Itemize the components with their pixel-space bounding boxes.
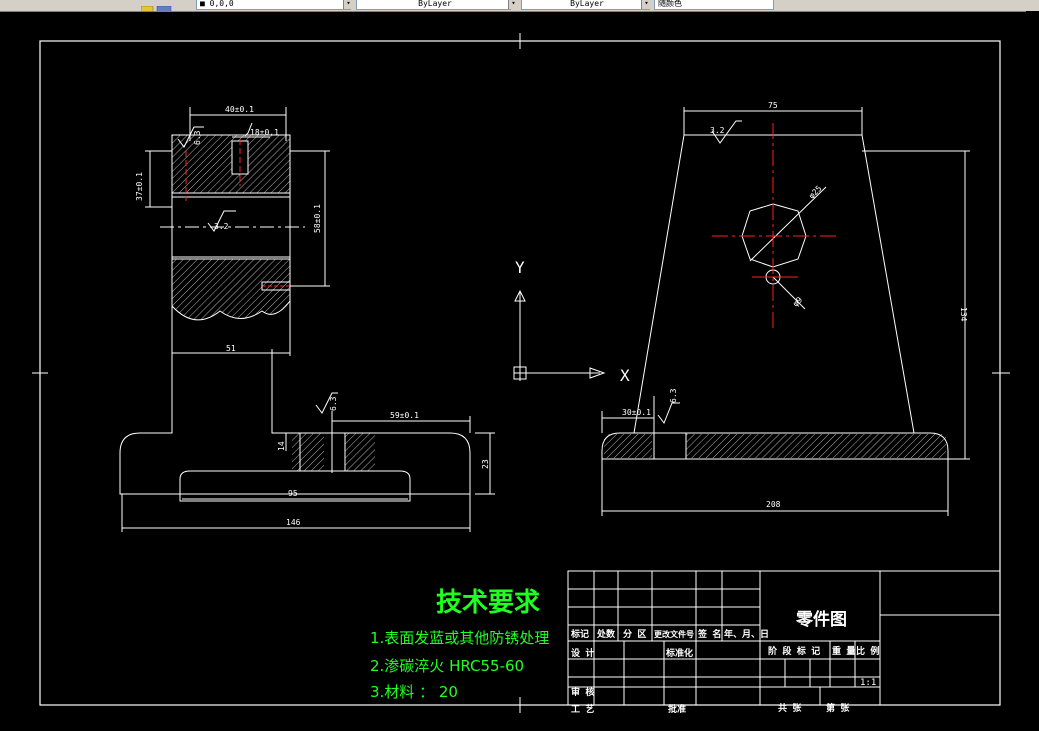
drawing-canvas[interactable]: 40±0.1 18±0.1 37±0.1 58±0.1 6.3 3.2 51 6… (0, 11, 1026, 731)
label-review: 审 核 (571, 686, 594, 698)
notes-title: 技术要求 (436, 588, 540, 618)
plotstyle-dropdown[interactable]: 随颜色 (654, 0, 774, 10)
dim-base-total: 146 (286, 518, 301, 527)
lineweight-value: ByLayer (570, 0, 604, 8)
row-label-count: 处数 (596, 628, 616, 640)
dim-base-thick: 14 (277, 441, 286, 451)
row-label-zone: 分 区 (623, 628, 646, 640)
label-standardize: 标准化 (665, 647, 693, 659)
dropdown-arrow-icon[interactable]: ▾ (343, 0, 353, 9)
front-view (119, 107, 495, 532)
side-view-centerlines (712, 123, 836, 331)
row-label-changefile: 更改文件号 (654, 629, 694, 639)
dim-groove: 18±0.1 (250, 128, 279, 137)
row-label-date: 年、月、日 (724, 628, 769, 640)
dim-base-slot: 59±0.1 (390, 411, 419, 420)
linetype-dropdown[interactable]: ByLayer (356, 0, 511, 10)
layer-icon[interactable] (140, 0, 172, 11)
plotstyle-value: 随颜色 (658, 0, 682, 8)
lineweight-dropdown[interactable]: ByLayer (521, 0, 650, 10)
dim-side-base-total: 208 (766, 500, 781, 509)
color-dropdown[interactable]: ■ 0,0,0 (196, 0, 351, 10)
ucs-icon (513, 289, 606, 381)
technical-requirements: 技术要求 1.表面发蓝或其他防锈处理 2.渗碳淬火 HRC55-60 3.材料 … (370, 588, 549, 701)
label-sheet-no: 第 张 (826, 702, 850, 714)
roughness-top: 6.3 (193, 130, 202, 145)
dim-top-width: 40±0.1 (225, 105, 254, 114)
label-sheets-total: 共 张 (778, 702, 802, 714)
label-approve: 批准 (668, 703, 686, 715)
note-item-2: 2.渗碳淬火 HRC55-60 (370, 657, 524, 675)
roughness-mid: 3.2 (214, 222, 229, 231)
label-process: 工 艺 (571, 703, 594, 715)
row-label-mark: 标记 (570, 628, 589, 640)
row-label-sign: 签 名 (697, 628, 721, 640)
dim-base-height: 23 (481, 459, 490, 469)
axis-x-label: X (620, 366, 630, 385)
dim-side-top: 75 (768, 101, 778, 110)
linetype-value: ByLayer (418, 0, 452, 8)
label-design: 设 计 (571, 647, 594, 659)
dim-right-height: 58±0.1 (313, 204, 322, 233)
scale-value: 1:1 (860, 678, 876, 688)
roughness-base: 6.3 (329, 396, 338, 411)
dim-neck: 51 (226, 344, 236, 353)
dropdown-arrow-icon[interactable]: ▾ (641, 0, 651, 9)
roughness-side-base: 6.3 (669, 388, 678, 403)
drawing-name: 零件图 (795, 609, 847, 630)
label-scale: 比 例 (856, 645, 879, 657)
scrollbar-track[interactable] (1026, 11, 1039, 731)
dim-left-height: 37±0.1 (135, 172, 144, 201)
roughness-side-top: 3.2 (710, 126, 725, 135)
note-item-3: 3.材料 ： 20 (370, 683, 458, 701)
side-view (601, 107, 970, 516)
dropdown-arrow-icon[interactable]: ▾ (508, 0, 518, 9)
dim-side-height: 134 (959, 307, 968, 322)
dim-base-inner: 95 (288, 489, 298, 498)
axis-y-label: Y (515, 258, 525, 277)
color-value: ■ 0,0,0 (200, 0, 234, 8)
dim-side-base-left: 30±0.1 (622, 408, 651, 417)
note-item-1: 1.表面发蓝或其他防锈处理 (370, 629, 549, 647)
label-stage-mark: 阶 段 标 记 (768, 645, 820, 657)
label-weight: 重 量 (832, 645, 855, 657)
dim-hole: φ25 (807, 184, 824, 201)
